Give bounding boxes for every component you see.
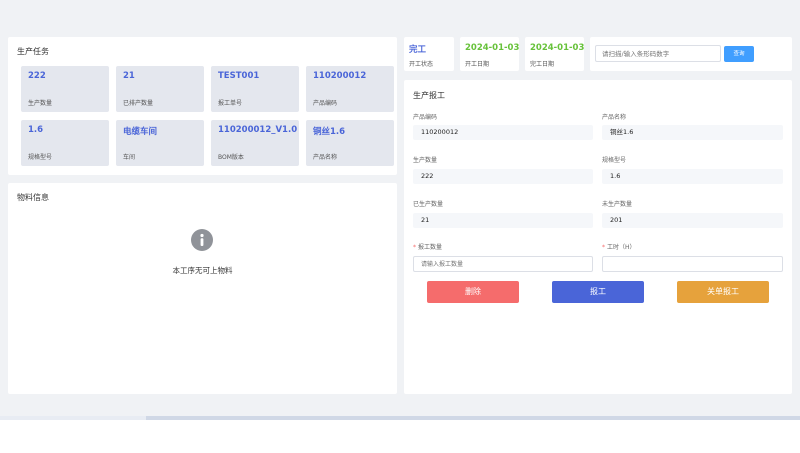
product-name-field: 铜丝1.6: [602, 125, 783, 140]
produced-qty-field: 21: [413, 213, 593, 228]
status-card-label: 开工状态: [409, 61, 434, 68]
status-card-label: 开工日期: [465, 61, 490, 68]
task-card-label: 生产数量: [28, 100, 53, 107]
material-panel: 物料信息 本工序无可上物料: [8, 183, 397, 394]
product-name-label: 产品名称: [602, 114, 627, 121]
status-card-work-status: 完工 开工状态: [404, 37, 454, 71]
report-panel-title: 生产报工: [413, 91, 445, 100]
task-card-value: 1.6: [28, 125, 44, 135]
task-card-label: 产品编码: [313, 100, 338, 107]
status-card-finish-date: 2024-01-03 完工日期: [525, 37, 584, 71]
product-code-field: 110200012: [413, 125, 593, 140]
task-card-value: 21: [123, 71, 135, 81]
task-card-workshop: 电缆车间 车间: [116, 120, 204, 166]
material-empty-text: 本工序无可上物料: [172, 266, 233, 275]
task-card-value: 电缆车间: [123, 127, 158, 137]
task-card-value: 110200012_V1.0: [218, 125, 298, 135]
task-card-report-no: TEST001 报工单号: [211, 66, 299, 112]
task-card-label: 车间: [123, 154, 136, 161]
task-card-spec: 1.6 规格型号: [21, 120, 109, 166]
work-hours-input[interactable]: [602, 256, 783, 272]
production-qty-label: 生产数量: [413, 157, 438, 164]
task-card-label: 规格型号: [28, 154, 53, 161]
report-qty-label: * 报工数量: [413, 242, 442, 251]
task-card-value: TEST001: [218, 71, 260, 81]
report-qty-label-text: 报工数量: [418, 244, 443, 251]
task-card-value: 110200012: [313, 71, 367, 81]
required-mark: *: [602, 244, 605, 251]
status-card-start-date: 2024-01-03 开工日期: [460, 37, 519, 71]
task-card-value: 铜丝1.6: [313, 127, 346, 137]
task-card-label: 已排产数量: [123, 100, 154, 107]
spec-field: 1.6: [602, 169, 783, 184]
barcode-input[interactable]: [595, 45, 721, 62]
material-panel-title: 物料信息: [17, 193, 49, 202]
status-card-value: 完工: [409, 45, 427, 55]
delete-button[interactable]: 删除: [427, 281, 519, 303]
status-card-label: 完工日期: [530, 61, 555, 68]
close-report-button[interactable]: 关单报工: [677, 281, 769, 303]
task-card-product-code: 110200012 产品编码: [306, 66, 394, 112]
task-card-product-name: 铜丝1.6 产品名称: [306, 120, 394, 166]
report-qty-input[interactable]: [413, 256, 593, 272]
pending-qty-label: 未生产数量: [602, 201, 633, 208]
production-qty-field: 222: [413, 169, 593, 184]
work-hours-label: * 工时（H）: [602, 242, 636, 251]
status-card-value: 2024-01-03: [465, 43, 520, 53]
report-panel: 生产报工 产品编码 110200012 产品名称 铜丝1.6 生产数量 222 …: [404, 80, 792, 394]
task-card-scheduled-qty: 21 已排产数量: [116, 66, 204, 112]
task-card-value: 222: [28, 71, 46, 81]
produced-qty-label: 已生产数量: [413, 201, 444, 208]
info-icon: [191, 229, 213, 251]
task-card-label: BOM版本: [218, 154, 244, 161]
task-card-label: 报工单号: [218, 100, 243, 107]
pending-qty-field: 201: [602, 213, 783, 228]
spec-label: 规格型号: [602, 157, 627, 164]
required-mark: *: [413, 244, 416, 251]
product-code-label: 产品编码: [413, 114, 438, 121]
report-button[interactable]: 报工: [552, 281, 644, 303]
task-card-label: 产品名称: [313, 154, 338, 161]
status-card-value: 2024-01-03: [530, 43, 585, 53]
page-footer-area: [0, 420, 800, 453]
scan-panel: 查询: [590, 37, 792, 71]
task-panel-title: 生产任务: [17, 47, 49, 56]
query-button[interactable]: 查询: [724, 46, 754, 62]
task-card-production-qty: 222 生产数量: [21, 66, 109, 112]
task-card-bom-version: 110200012_V1.0 BOM版本: [211, 120, 299, 166]
work-hours-label-text: 工时（H）: [607, 244, 636, 251]
task-panel: 生产任务 222 生产数量 21 已排产数量 TEST001 报工单号 1102…: [8, 37, 397, 175]
